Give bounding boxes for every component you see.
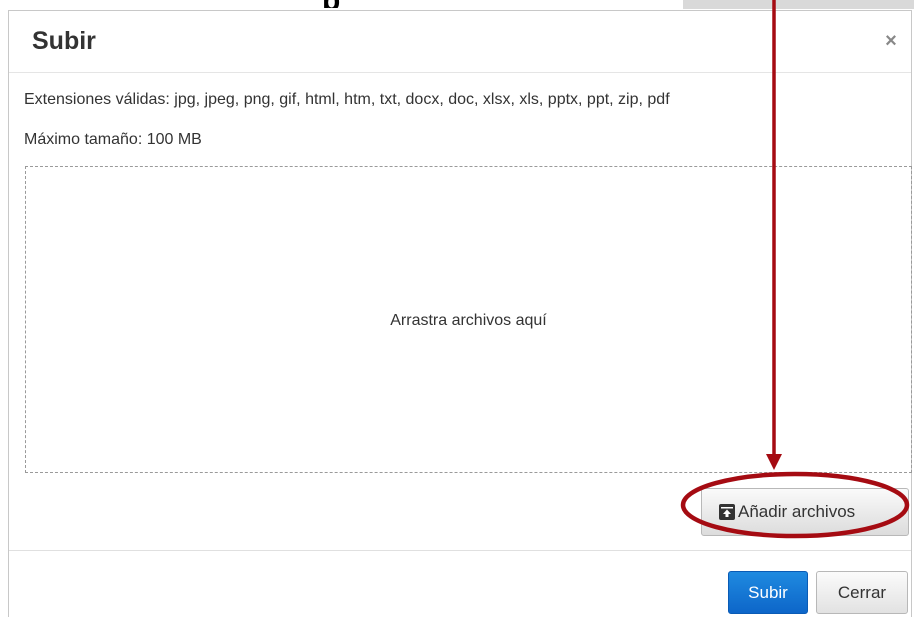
upload-icon — [719, 504, 735, 520]
file-drop-zone[interactable]: Arrastra archivos aquí — [25, 166, 912, 473]
close-icon[interactable]: × — [881, 31, 901, 51]
cancel-button[interactable]: Cerrar — [816, 571, 908, 614]
dialog-title: Subir — [32, 27, 96, 55]
submit-button[interactable]: Subir — [728, 571, 808, 614]
cropped-heading-fragment: p — [322, 0, 340, 8]
dialog-footer: Subir Cerrar — [9, 550, 911, 618]
upload-dialog: Subir × Extensiones válidas: jpg, jpeg, … — [8, 10, 912, 618]
add-files-button[interactable]: Añadir archivos — [701, 488, 909, 536]
add-files-label: Añadir archivos — [738, 502, 856, 521]
drop-zone-label: Arrastra archivos aquí — [390, 312, 547, 329]
max-size-text: Máximo tamaño: 100 MB — [24, 131, 202, 148]
valid-extensions-text: Extensiones válidas: jpg, jpeg, png, gif… — [24, 91, 670, 108]
dialog-header: Subir × — [9, 11, 911, 73]
cropped-gray-bar — [683, 0, 914, 9]
